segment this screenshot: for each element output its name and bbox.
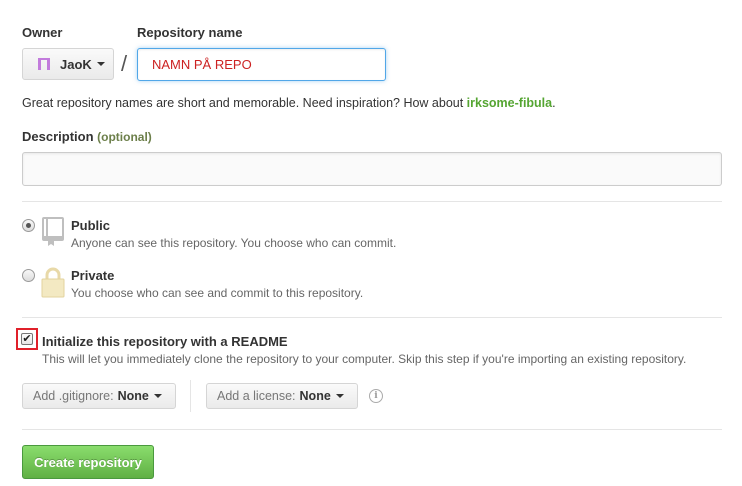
readme-checkbox-highlight: ✔ [16, 328, 38, 350]
info-icon[interactable]: i [369, 389, 383, 403]
readme-checkbox[interactable]: ✔ [21, 333, 33, 345]
gitignore-value: None [117, 389, 149, 403]
license-label: Add a license: [217, 389, 296, 403]
owner-label: Owner [22, 25, 63, 40]
owner-name: JaoK [60, 56, 92, 72]
chevron-down-icon [96, 62, 105, 66]
divider [22, 201, 722, 202]
chevron-down-icon [335, 394, 344, 398]
description-label: Description (optional) [22, 129, 152, 144]
new-repository-form: Owner JaoK / Repository name Great repos… [0, 0, 742, 486]
license-value: None [299, 389, 331, 403]
private-description: You choose who can see and commit to thi… [71, 286, 364, 300]
identicon-icon [38, 58, 50, 70]
chevron-down-icon [153, 394, 162, 398]
lock-icon [41, 267, 65, 298]
optional-tag: (optional) [97, 130, 152, 144]
repository-name-label: Repository name [137, 25, 243, 40]
public-radio[interactable] [22, 219, 35, 232]
readme-description: This will let you immediately clone the … [42, 352, 687, 366]
private-radio[interactable] [22, 269, 35, 282]
description-label-text: Description [22, 129, 94, 144]
owner-repo-separator: / [121, 51, 128, 76]
description-input[interactable] [22, 152, 722, 186]
repository-name-hint: Great repository names are short and mem… [22, 96, 556, 110]
add-gitignore-select[interactable]: Add .gitignore: None [22, 383, 176, 409]
public-title: Public [71, 218, 111, 233]
repository-name-input[interactable] [137, 48, 386, 81]
name-suggestion-link[interactable]: irksome-fibula [467, 96, 552, 110]
readme-title: Initialize this repository with a README [42, 334, 288, 349]
public-description: Anyone can see this repository. You choo… [71, 236, 397, 250]
divider [22, 429, 722, 430]
hint-suffix: . [552, 96, 556, 110]
create-repository-button[interactable]: Create repository [22, 445, 154, 479]
gitignore-label: Add .gitignore: [33, 389, 114, 403]
hint-text: Great repository names are short and mem… [22, 96, 467, 110]
private-title: Private [71, 268, 115, 283]
owner-select-button[interactable]: JaoK [22, 48, 114, 80]
divider [22, 317, 722, 318]
repo-book-icon [42, 217, 64, 246]
vertical-divider [190, 380, 191, 412]
add-license-select[interactable]: Add a license: None [206, 383, 358, 409]
